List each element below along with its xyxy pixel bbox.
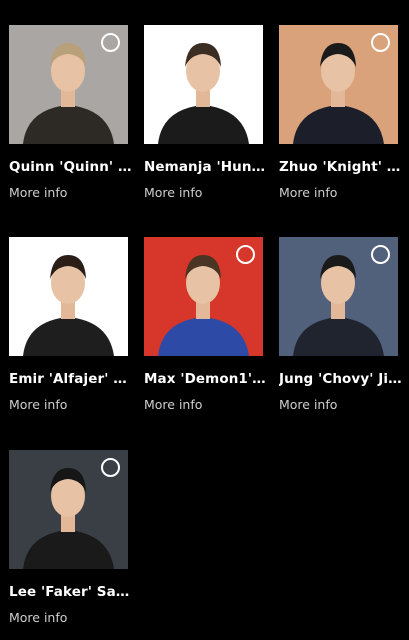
player-photo[interactable] xyxy=(144,25,263,144)
select-circle-icon[interactable] xyxy=(101,458,120,477)
more-info-link[interactable]: More info xyxy=(9,610,67,625)
player-name[interactable]: Lee 'Faker' San... xyxy=(9,584,134,600)
player-name[interactable]: Emir 'Alfajer' Be... xyxy=(9,371,134,387)
more-info-link[interactable]: More info xyxy=(9,185,67,200)
select-circle-icon[interactable] xyxy=(371,33,390,52)
player-photo[interactable] xyxy=(9,237,128,356)
select-circle-icon[interactable] xyxy=(371,245,390,264)
player-name[interactable]: Quinn 'Quinn' C... xyxy=(9,159,134,175)
more-info-link[interactable]: More info xyxy=(144,397,202,412)
player-name[interactable]: Nemanja 'Hunt... xyxy=(144,159,269,175)
more-info-link[interactable]: More info xyxy=(144,185,202,200)
select-circle-icon[interactable] xyxy=(236,245,255,264)
player-name[interactable]: Max 'Demon1' ... xyxy=(144,371,269,387)
player-name[interactable]: Zhuo 'Knight' D... xyxy=(279,159,404,175)
portrait-illustration xyxy=(9,237,128,356)
more-info-link[interactable]: More info xyxy=(9,397,67,412)
player-name[interactable]: Jung 'Chovy' Ji-... xyxy=(279,371,404,387)
portrait-illustration xyxy=(144,25,263,144)
more-info-link[interactable]: More info xyxy=(279,185,337,200)
more-info-link[interactable]: More info xyxy=(279,397,337,412)
select-circle-icon[interactable] xyxy=(101,33,120,52)
